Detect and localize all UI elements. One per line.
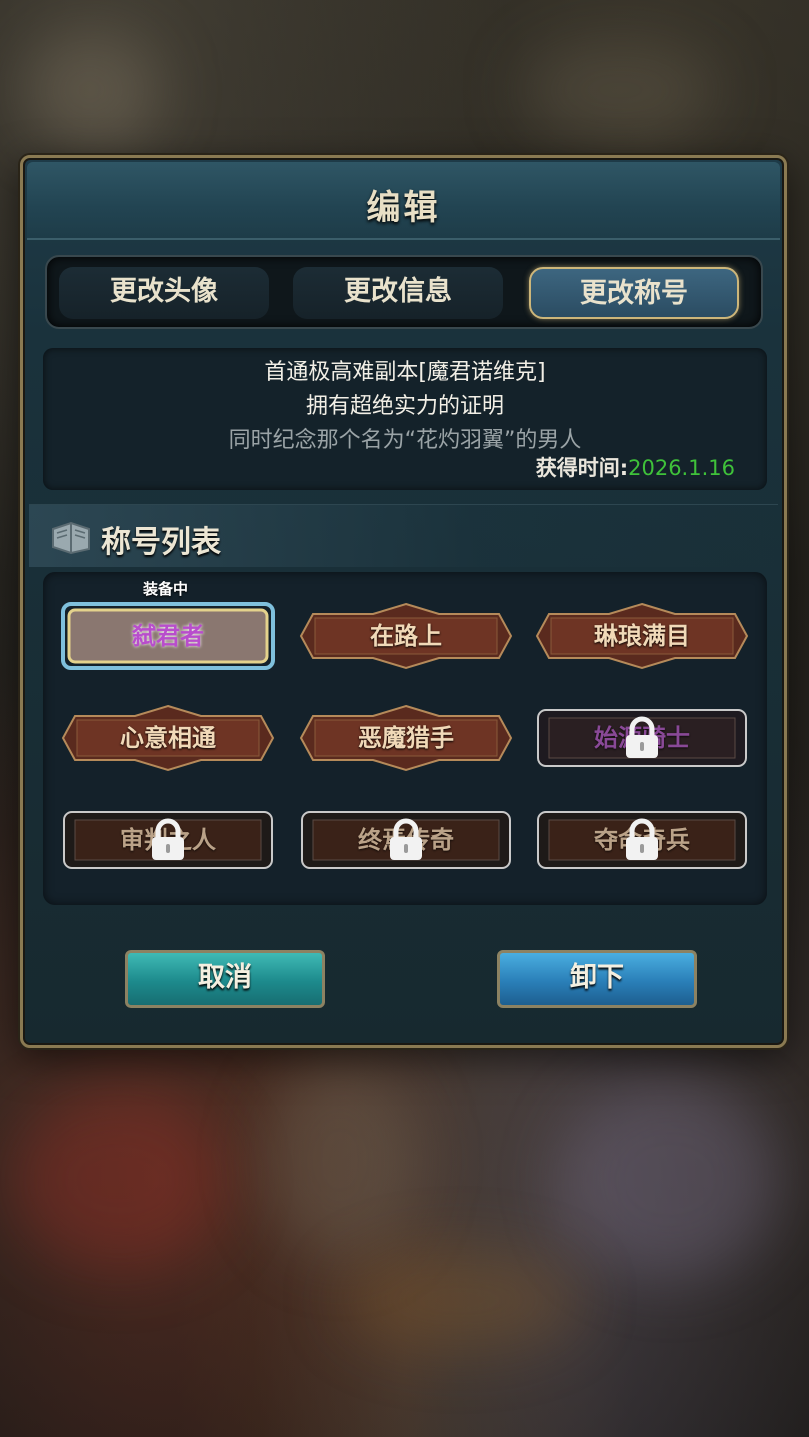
dialog-title: 编辑 xyxy=(366,188,441,228)
title-label: 心意相通 xyxy=(120,723,216,752)
lock-icon xyxy=(626,716,658,758)
dialog-header: 编辑 xyxy=(27,162,780,240)
title-badge[interactable]: 琳琅满目 xyxy=(535,602,749,670)
title-badge[interactable]: 在路上 xyxy=(299,602,513,670)
title-badge[interactable]: 心意相通 xyxy=(61,704,275,772)
title-badge-locked[interactable]: 夺命奇兵 xyxy=(535,806,749,874)
background-blur xyxy=(560,1080,780,1280)
tab-change-title[interactable]: 更改称号 xyxy=(529,267,739,319)
title-grid: 装备中 弑君者 在路上 琳琅满目 心意相通 恶魔猎手 xyxy=(43,572,767,905)
title-description-box: 首通极高难副本[魔君诺维克] 拥有超绝实力的证明 同时纪念那个名为“花灼羽翼”的… xyxy=(43,348,767,490)
tab-change-info[interactable]: 更改信息 xyxy=(293,267,503,319)
desc-line-2: 拥有超绝实力的证明 xyxy=(305,394,504,419)
background-blur xyxy=(340,1250,580,1350)
title-badge[interactable]: 恶魔猎手 xyxy=(299,704,513,772)
background-blur xyxy=(260,1060,420,1260)
title-list-heading: 称号列表 xyxy=(101,525,221,560)
acquired-time: 获得时间:2026.1.16 xyxy=(536,452,735,482)
lock-icon xyxy=(152,818,184,860)
title-badge-equipped[interactable]: 弑君者 xyxy=(61,602,275,670)
title-badge-locked[interactable]: 审判之人 xyxy=(61,806,275,874)
title-badge-locked[interactable]: 始源骑士 xyxy=(535,704,749,772)
background-blur xyxy=(10,1090,230,1270)
unequip-button[interactable]: 卸下 xyxy=(497,950,697,1008)
lock-icon xyxy=(626,818,658,860)
acquired-date: 2026.1.16 xyxy=(628,456,735,480)
title-label: 弑君者 xyxy=(132,621,204,650)
desc-line-1: 首通极高难副本[魔君诺维克] xyxy=(264,360,546,385)
background-blur xyxy=(520,40,720,140)
title-label: 琳琅满目 xyxy=(594,621,690,650)
background-blur xyxy=(20,30,160,150)
title-list-header: 称号列表 xyxy=(29,504,778,567)
edit-dialog: 编辑 更改头像 更改信息 更改称号 首通极高难副本[魔君诺维克] 拥有超绝实力的… xyxy=(20,155,787,1048)
title-badge-locked[interactable]: 终焉传奇 xyxy=(299,806,513,874)
cancel-button[interactable]: 取消 xyxy=(125,950,325,1008)
title-label: 恶魔猎手 xyxy=(358,723,454,752)
book-icon xyxy=(52,521,90,555)
desc-line-3: 同时纪念那个名为“花灼羽翼”的男人 xyxy=(228,428,582,453)
equipped-tag: 装备中 xyxy=(143,580,189,598)
acquired-label: 获得时间: xyxy=(535,456,629,480)
lock-icon xyxy=(390,818,422,860)
tab-change-avatar[interactable]: 更改头像 xyxy=(59,267,269,319)
tab-bar: 更改头像 更改信息 更改称号 xyxy=(45,255,763,329)
title-label: 在路上 xyxy=(370,621,442,650)
